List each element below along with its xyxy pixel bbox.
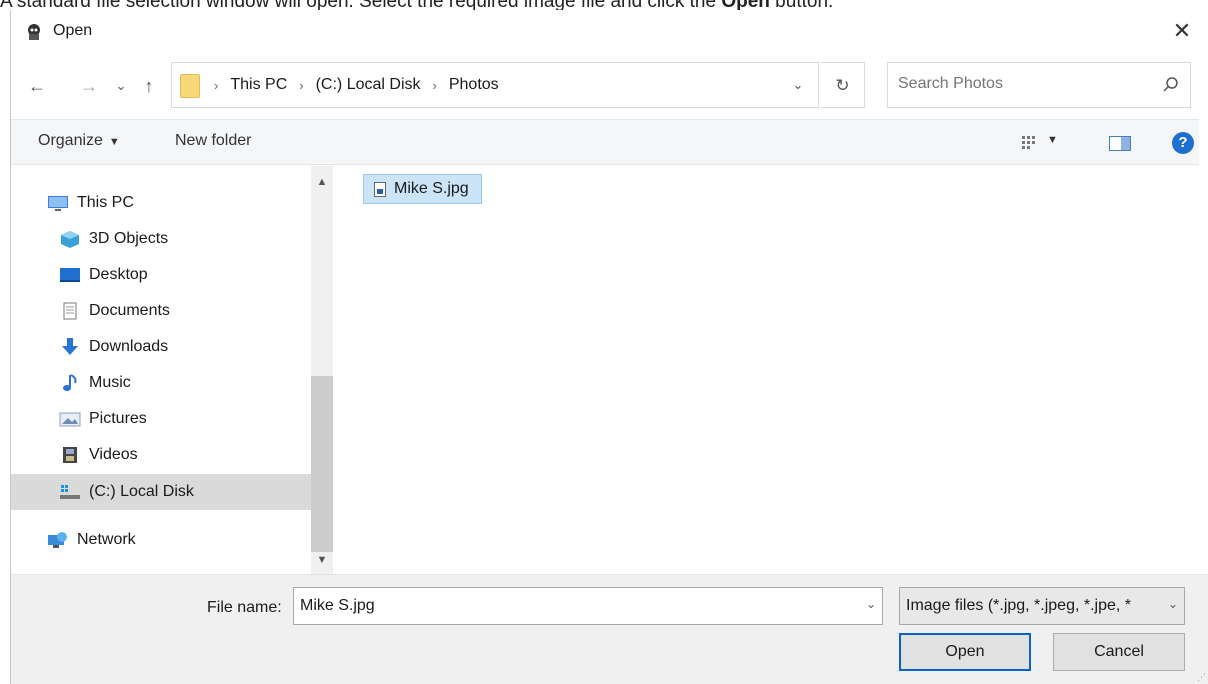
search-input[interactable] (898, 75, 1148, 93)
address-history-button[interactable]: ⌄ (788, 75, 808, 95)
sidebar-item-label: Videos (89, 446, 138, 463)
file-type-select[interactable]: Image files (*.jpg, *.jpeg, *.jpe, * ⌄ (899, 587, 1185, 625)
sidebar-item-label: Music (89, 374, 131, 391)
dialog-footer: File name: ⌄ Image files (*.jpg, *.jpeg,… (11, 574, 1208, 684)
image-file-icon (374, 181, 386, 197)
sidebar-item-3d-objects[interactable]: 3D Objects (11, 221, 311, 257)
breadcrumb-separator: › (432, 77, 437, 93)
address-bar[interactable]: › This PC › (C:) Local Disk › Photos ⌄ (171, 62, 819, 108)
sidebar-item-label: Desktop (89, 266, 148, 283)
file-name-combobox[interactable]: ⌄ (293, 587, 883, 625)
refresh-icon: ↻ (835, 76, 850, 95)
resize-grip-icon[interactable]: ⋰ (1197, 672, 1207, 682)
refresh-button[interactable]: ↻ (821, 62, 865, 108)
sidebar-item-music[interactable]: Music (11, 365, 311, 401)
up-arrow-icon: ↑ (144, 76, 154, 96)
sidebar-item-label: Network (77, 531, 136, 548)
breadcrumb-photos[interactable]: Photos (449, 76, 499, 94)
chevron-down-icon: ⌄ (792, 77, 804, 92)
scroll-down-arrow-icon[interactable]: ▼ (311, 550, 333, 570)
film-icon (63, 447, 77, 463)
breadcrumb-separator: › (299, 77, 304, 93)
file-name-label: File name: (207, 599, 282, 616)
folder-icon (180, 74, 200, 98)
search-box[interactable] (887, 62, 1191, 108)
up-button[interactable]: ↑ (137, 74, 161, 98)
network-icon (48, 532, 67, 548)
new-folder-button[interactable]: New folder (175, 132, 251, 150)
drive-icon (60, 485, 80, 499)
pictures-icon (59, 412, 81, 427)
forward-button[interactable]: → (77, 74, 101, 98)
sidebar-item-label: This PC (77, 194, 134, 211)
command-toolbar: Organize ▼ New folder ▼ ? (11, 119, 1199, 165)
navigation-pane: This PC 3D Objects Desktop Documents Dow… (11, 166, 333, 574)
sidebar-scrollbar[interactable]: ▲ ▼ (311, 166, 333, 574)
music-note-icon (63, 374, 77, 391)
scroll-up-arrow-icon[interactable]: ▲ (311, 172, 333, 192)
sidebar-item-videos[interactable]: Videos (11, 437, 311, 473)
title-bar: Open ✕ (11, 10, 1199, 54)
cancel-button[interactable]: Cancel (1053, 633, 1185, 671)
file-list-area[interactable]: Mike S.jpg (333, 166, 1199, 574)
cube-icon (61, 231, 79, 248)
sidebar-item-label: (C:) Local Disk (89, 483, 194, 500)
sidebar-item-network[interactable]: Network (11, 522, 311, 558)
chevron-down-icon[interactable]: ⌄ (866, 597, 876, 611)
back-button[interactable]: ← (25, 74, 49, 98)
file-type-value: Image files (*.jpg, *.jpeg, *.jpe, * (906, 597, 1132, 614)
sidebar-item-label: Pictures (89, 410, 147, 427)
sidebar-item-label: Downloads (89, 338, 169, 355)
organize-label: Organize (38, 132, 103, 149)
sidebar-item-local-disk[interactable]: (C:) Local Disk (11, 474, 311, 510)
search-icon (1163, 77, 1178, 92)
caret-down-icon[interactable]: ▼ (1047, 134, 1058, 146)
help-icon[interactable]: ? (1172, 132, 1194, 154)
desktop-icon (60, 268, 80, 282)
file-item[interactable]: Mike S.jpg (363, 174, 482, 204)
organize-menu[interactable]: Organize ▼ (38, 132, 120, 150)
forward-arrow-icon: → (80, 76, 98, 96)
file-name-input[interactable] (300, 597, 840, 615)
new-folder-label: New folder (175, 132, 252, 149)
document-icon (63, 302, 77, 320)
breadcrumb: › This PC › (C:) Local Disk › Photos (202, 76, 499, 94)
sidebar-item-downloads[interactable]: Downloads (11, 329, 311, 365)
sidebar-item-pictures[interactable]: Pictures (11, 401, 311, 437)
file-name: Mike S.jpg (394, 180, 469, 197)
window-title: Open (53, 22, 93, 39)
scrollbar-thumb[interactable] (311, 376, 333, 552)
close-button[interactable]: ✕ (1165, 16, 1199, 46)
caret-down-icon: ▼ (108, 136, 120, 148)
breadcrumb-separator: › (214, 77, 219, 93)
chevron-down-icon: ⌄ (115, 78, 127, 93)
close-icon: ✕ (1172, 18, 1192, 43)
view-options-icon[interactable] (1021, 135, 1037, 151)
navigation-bar: ← → ⌄ ↑ › This PC › (C:) Local Disk › Ph… (11, 62, 1199, 110)
back-arrow-icon: ← (28, 76, 46, 96)
chevron-down-icon: ⌄ (1167, 597, 1178, 611)
breadcrumb-local-disk[interactable]: (C:) Local Disk (316, 76, 421, 94)
download-arrow-icon (62, 338, 78, 355)
sidebar-item-this-pc[interactable]: This PC (11, 185, 311, 221)
recent-locations-button[interactable]: ⌄ (109, 74, 133, 98)
sidebar-item-desktop[interactable]: Desktop (11, 257, 311, 293)
breadcrumb-this-pc[interactable]: This PC (230, 76, 287, 94)
open-file-dialog: Open ✕ ← → ⌄ ↑ › This PC › (C:) Local Di… (10, 10, 1208, 684)
preview-pane-icon[interactable] (1109, 136, 1131, 151)
sidebar-item-label: Documents (89, 302, 170, 319)
app-icon (28, 24, 40, 40)
sidebar-item-label: 3D Objects (89, 230, 169, 247)
sidebar-item-documents[interactable]: Documents (11, 293, 311, 329)
open-button[interactable]: Open (899, 633, 1031, 671)
monitor-icon (48, 196, 68, 211)
